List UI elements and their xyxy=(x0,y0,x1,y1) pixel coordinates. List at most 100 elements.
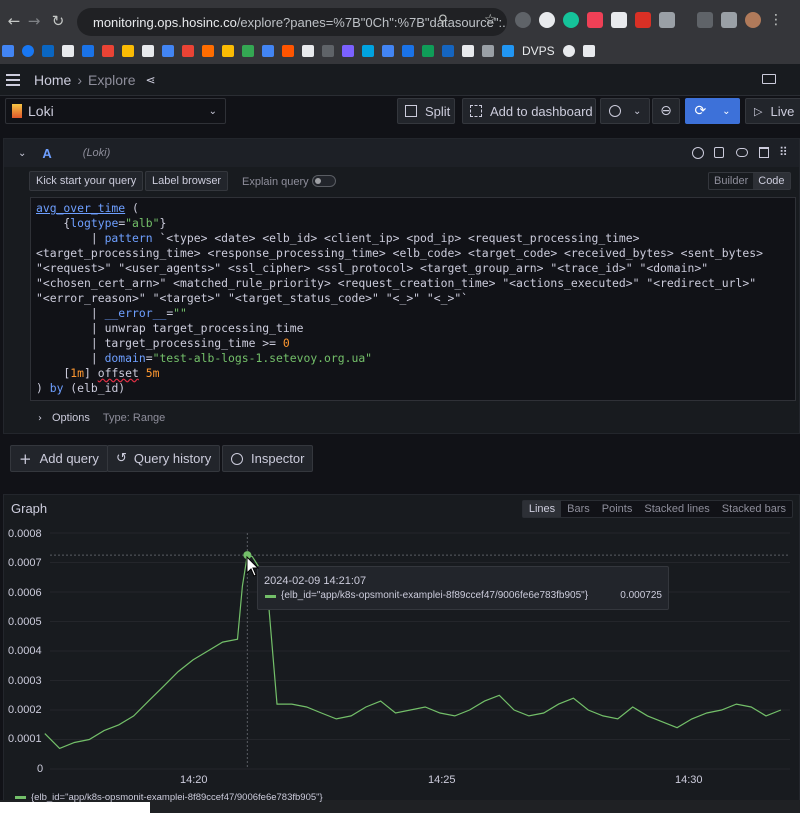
live-label: Live xyxy=(770,103,795,119)
duplicate-icon[interactable] xyxy=(714,147,724,158)
bookmark-icon[interactable] xyxy=(242,45,254,57)
datasource-picker[interactable]: Loki ⌄ xyxy=(5,98,226,124)
url-host: monitoring.ops.hosinc.co xyxy=(93,14,237,30)
add-to-dashboard-button[interactable]: Add to dashboard xyxy=(462,98,596,124)
bookmark-icon[interactable] xyxy=(362,45,374,57)
split-icon xyxy=(405,105,417,117)
reload-icon[interactable]: ↻ xyxy=(46,9,70,33)
bookmark-icon[interactable] xyxy=(322,45,334,57)
bookmark-icon[interactable] xyxy=(282,45,294,57)
time-picker-button[interactable]: ⌄ xyxy=(600,98,650,124)
bookmark-icon[interactable] xyxy=(582,45,595,57)
mode-stacked-lines[interactable]: Stacked lines xyxy=(638,501,715,517)
code-mode-button[interactable]: Code xyxy=(753,173,790,189)
mode-bars[interactable]: Bars xyxy=(561,501,596,517)
bookmark-icon[interactable] xyxy=(302,45,314,57)
zoom-out-icon: ⊖ xyxy=(660,103,672,119)
grammarly-icon[interactable] xyxy=(563,12,579,28)
mode-stacked-bars[interactable]: Stacked bars xyxy=(716,501,792,517)
breadcrumb-separator: › xyxy=(77,71,83,88)
bookmark-icon[interactable] xyxy=(442,45,454,57)
help-icon[interactable] xyxy=(692,147,704,159)
bookmark-icon[interactable] xyxy=(2,45,14,57)
breadcrumb-home[interactable]: Home xyxy=(34,72,71,88)
bookmark-icon[interactable] xyxy=(342,45,354,57)
github-icon[interactable] xyxy=(562,45,575,57)
bookmark-icon[interactable] xyxy=(222,45,234,57)
datasource-name: Loki xyxy=(28,103,54,119)
extension-icon[interactable] xyxy=(515,12,531,28)
options-type: Type: Range xyxy=(102,412,166,424)
play-icon: ▷ xyxy=(754,104,763,118)
split-button[interactable]: Split xyxy=(397,98,455,124)
zoom-icon[interactable]: ⚲ xyxy=(438,13,448,28)
kick-start-button[interactable]: Kick start your query xyxy=(29,171,144,191)
explain-query-label: Explain query xyxy=(242,176,309,188)
legend-series[interactable]: {elb_id="app/k8s-opsmonit-examplei-8f89c… xyxy=(31,792,323,803)
reading-list-icon[interactable] xyxy=(697,12,713,28)
query-options-row[interactable]: › Options Type: Range xyxy=(30,405,796,431)
breadcrumb-explore: Explore xyxy=(88,71,136,88)
bookmark-icon[interactable] xyxy=(482,45,494,57)
bookmark-icon[interactable] xyxy=(102,45,114,57)
gmail-icon[interactable] xyxy=(182,45,194,57)
extension-icon[interactable] xyxy=(539,12,555,28)
mode-lines[interactable]: Lines xyxy=(522,501,562,517)
label-browser-button[interactable]: Label browser xyxy=(145,171,229,191)
bookmark-icon[interactable] xyxy=(202,45,214,57)
chevron-down-icon: ⌄ xyxy=(722,105,731,117)
bookmark-icon[interactable] xyxy=(422,45,434,57)
query-actions: + Add query ↺ Query history Inspector xyxy=(0,445,800,473)
extension-icon[interactable] xyxy=(635,12,651,28)
y-tick: 0.0006 xyxy=(8,587,42,599)
editor-mode-toggle: Builder Code xyxy=(708,172,791,190)
y-tick: 0.0002 xyxy=(8,704,42,716)
logql-editor[interactable]: avg_over_time ( {logtype="alb"} | patter… xyxy=(30,197,796,401)
bookmark-icon[interactable] xyxy=(62,45,74,57)
legend-color xyxy=(15,796,26,799)
bookmark-icon[interactable] xyxy=(382,45,394,57)
builder-mode-button[interactable]: Builder xyxy=(709,173,753,189)
y-tick: 0.0008 xyxy=(8,528,42,540)
trash-icon[interactable] xyxy=(759,147,769,158)
bookmark-star-icon[interactable]: ☆ xyxy=(484,12,497,28)
extensions-puzzle-icon[interactable] xyxy=(659,12,675,28)
query-history-button[interactable]: ↺ Query history xyxy=(107,445,221,472)
kiosk-icon[interactable] xyxy=(762,74,776,84)
clock-icon xyxy=(609,105,621,117)
explain-query-toggle[interactable] xyxy=(312,175,336,187)
pocket-icon[interactable] xyxy=(587,12,603,28)
run-query-button[interactable]: ⟳ ⌄ xyxy=(685,98,740,124)
chevron-down-icon: ⌄ xyxy=(208,105,217,117)
zoom-out-button[interactable]: ⊖ xyxy=(652,98,680,124)
inspector-button[interactable]: Inspector xyxy=(222,445,314,472)
bookmark-icon[interactable] xyxy=(82,45,94,57)
forward-icon[interactable]: → xyxy=(22,9,46,33)
eye-icon[interactable] xyxy=(736,148,748,157)
bookmark-icon[interactable] xyxy=(262,45,274,57)
mode-points[interactable]: Points xyxy=(596,501,639,517)
y-tick: 0.0004 xyxy=(8,645,42,657)
profile-avatar[interactable] xyxy=(745,12,761,28)
bookmark-icon[interactable] xyxy=(402,45,414,57)
bookmark-icon[interactable] xyxy=(142,45,154,57)
facebook-icon[interactable] xyxy=(22,45,34,57)
collapse-chevron-icon[interactable]: ⌄ xyxy=(18,148,26,159)
menu-icon[interactable] xyxy=(6,71,20,89)
drag-handle-icon[interactable]: ⠿ xyxy=(779,145,788,159)
chrome-menu-icon[interactable]: ⋮ xyxy=(769,12,783,28)
x-tick: 14:20 xyxy=(180,774,208,786)
bookmark-icon[interactable] xyxy=(462,45,474,57)
bookmark-icon[interactable] xyxy=(502,45,514,57)
linkedin-icon[interactable] xyxy=(42,45,54,57)
bookmark-icon[interactable] xyxy=(162,45,174,57)
query-ref-id[interactable]: A xyxy=(42,146,51,161)
bookmark-icon[interactable] xyxy=(122,45,134,57)
extension-icon[interactable] xyxy=(611,12,627,28)
live-button[interactable]: ▷ Live xyxy=(745,98,800,124)
share-icon[interactable]: ⋖ xyxy=(146,73,156,87)
side-panel-icon[interactable] xyxy=(721,12,737,28)
bookmark-dvps[interactable]: DVPS xyxy=(522,44,555,58)
add-query-button[interactable]: + Add query xyxy=(10,445,108,472)
overlay-block xyxy=(0,802,150,813)
